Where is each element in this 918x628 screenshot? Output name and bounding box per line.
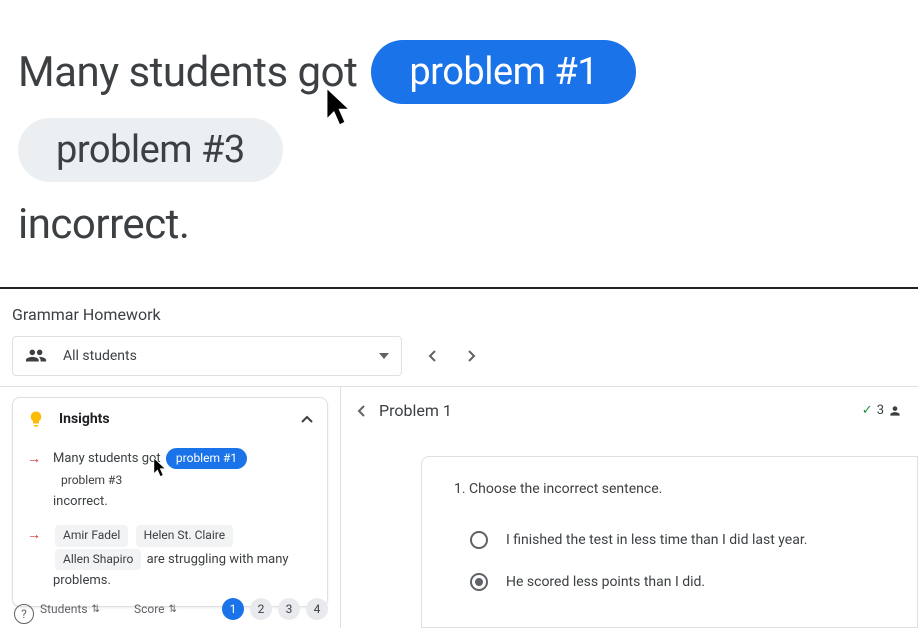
radio-selected-icon [470,573,488,591]
answer-option-2[interactable]: He scored less points than I did. [454,561,885,603]
hero-text-after: incorrect. [18,200,190,249]
app-body: Grammar Homework All students [0,289,918,628]
next-button[interactable] [460,344,484,368]
student-chip[interactable]: Amir Fadel [55,525,128,546]
completion-status: ✓ 3 [862,403,902,418]
toolbar: All students [0,336,918,386]
page-button-2[interactable]: 2 [250,598,272,620]
help-button[interactable]: ? [14,604,34,624]
problem-card: 1. Choose the incorrect sentence. I fini… [421,456,918,628]
problem-title: Problem 1 [379,401,862,420]
chip-problem-3[interactable]: problem #3 [53,470,130,491]
students-column-header[interactable]: Students ⇅ [40,602,100,616]
page-button-4[interactable]: 4 [306,598,328,620]
score-column-header[interactable]: Score ⇅ [134,602,177,616]
insights-toggle[interactable]: Insights [13,398,327,440]
cursor-icon [153,458,169,478]
insight-item-problems: → Many students got problem #1 problem #… [13,440,327,516]
hero-chip-problem-3[interactable]: problem #3 [18,118,283,182]
hero-text-before: Many students got [18,48,357,97]
app-title: Grammar Homework [0,289,918,336]
insight-item-students: → Amir Fadel Helen St. Claire Allen Shap… [13,516,327,605]
student-chip[interactable]: Helen St. Claire [136,525,234,546]
insights-card: Insights → Many students got problem #1 … [12,397,328,607]
prev-button[interactable] [420,344,444,368]
footer-controls: Students ⇅ Score ⇅ 1 2 3 4 [40,598,328,620]
page-button-3[interactable]: 3 [278,598,300,620]
page-button-1[interactable]: 1 [222,598,244,620]
back-button[interactable] [357,405,365,417]
sort-icon: ⇅ [169,604,177,615]
chevron-left-icon [428,350,436,362]
student-chip[interactable]: Allen Shapiro [55,549,141,570]
hero-chip-problem-1[interactable]: problem #1 [371,40,636,104]
main-panel: Problem 1 ✓ 3 1. Choose the incorrect se… [340,387,918,628]
dropdown-label: All students [63,348,137,364]
chip-problem-1[interactable]: problem #1 [166,448,247,469]
chevron-right-icon [468,350,476,362]
answer-option-1[interactable]: I finished the test in less time than I … [454,519,885,561]
chevron-up-icon [301,415,313,423]
people-icon [25,345,47,367]
students-dropdown[interactable]: All students [12,336,402,376]
radio-icon [470,531,488,549]
check-icon: ✓ [862,403,873,418]
side-panel: Insights → Many students got problem #1 … [0,387,340,628]
sort-icon: ⇅ [92,604,100,615]
arrow-right-icon: → [27,448,41,512]
question-text: 1. Choose the incorrect sentence. [454,481,885,497]
person-icon [888,404,902,418]
caret-down-icon [379,353,389,359]
lightbulb-icon [27,410,45,428]
problem-pager: 1 2 3 4 [222,598,328,620]
insights-title: Insights [59,411,301,427]
hero-section: Many students got problem #1 problem #3 … [0,0,918,287]
